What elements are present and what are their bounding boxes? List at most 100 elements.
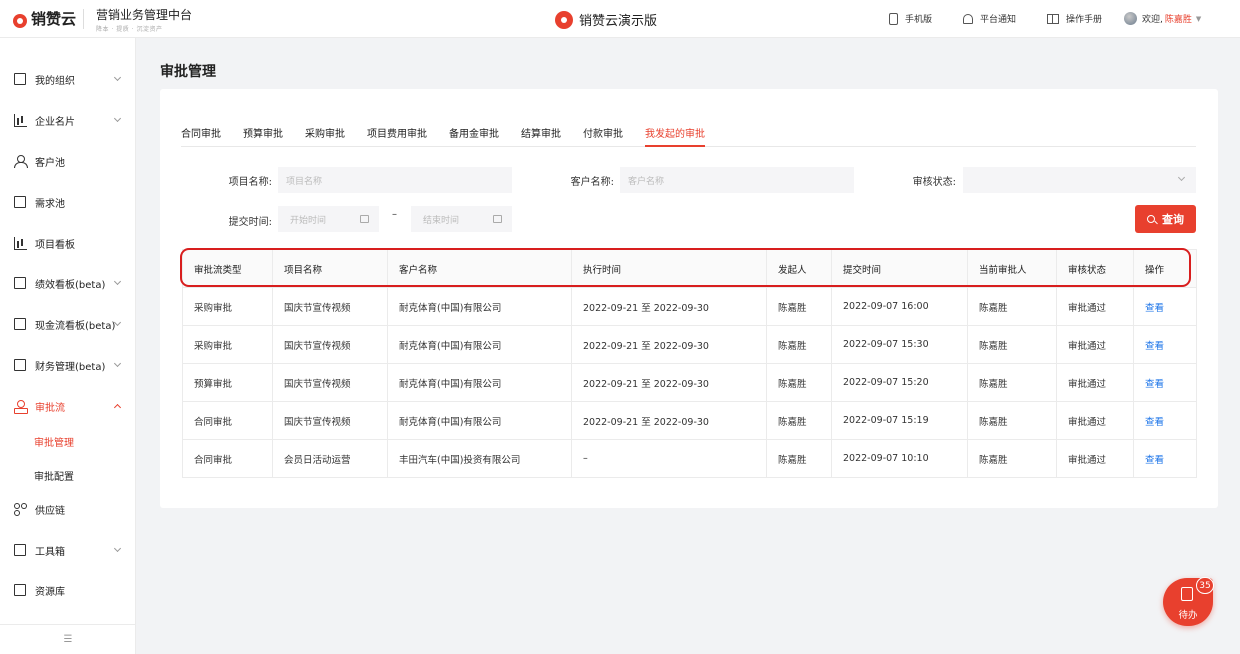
list-icon bbox=[14, 196, 26, 208]
cell-approver: 陈嘉胜 bbox=[967, 363, 1057, 402]
bell-icon bbox=[963, 13, 973, 24]
tab-my-initiated[interactable]: 我发起的审批 bbox=[645, 125, 705, 147]
view-link[interactable]: 查看 bbox=[1133, 287, 1197, 326]
tab-budget[interactable]: 预算审批 bbox=[243, 125, 283, 147]
cell-customer: 丰田汽车(中国)投资有限公司 bbox=[387, 439, 572, 478]
cell-submit-time: 2022-09-07 15:30 bbox=[831, 325, 968, 364]
sidebar-item-projects[interactable]: 项目看板 bbox=[0, 228, 136, 258]
table-row: 预算审批 国庆节宣传视频 耐克体育(中国)有限公司 2022-09-21 至 2… bbox=[182, 363, 1197, 402]
manual-label: 操作手册 bbox=[1066, 15, 1103, 25]
sidebar-item-customers[interactable]: 客户池 bbox=[0, 146, 136, 176]
customer-name-input[interactable]: 客户名称 bbox=[620, 167, 854, 193]
cell-approver: 陈嘉胜 bbox=[967, 439, 1057, 478]
view-link[interactable]: 查看 bbox=[1133, 363, 1197, 402]
demo-title: 销赞云演示版 bbox=[555, 10, 657, 29]
book-icon bbox=[1047, 13, 1059, 24]
tab-contract[interactable]: 合同审批 bbox=[181, 125, 221, 147]
tab-purchase[interactable]: 采购审批 bbox=[305, 125, 345, 147]
tab-project-expense[interactable]: 项目费用审批 bbox=[367, 125, 427, 147]
query-label: 查询 bbox=[1162, 213, 1184, 226]
cell-status: 审批通过 bbox=[1056, 287, 1134, 326]
project-name-label: 项目名称: bbox=[228, 177, 272, 188]
query-button[interactable]: 查询 bbox=[1135, 205, 1196, 233]
sidebar-item-demands[interactable]: 需求池 bbox=[0, 187, 136, 217]
sidebar: 我的组织 企业名片 客户池 需求池 项目看板 绩效看板(beta) 现金流看板(… bbox=[0, 38, 136, 654]
project-name-input[interactable]: 项目名称 bbox=[278, 167, 512, 193]
building-icon bbox=[14, 114, 27, 127]
sidebar-item-performance[interactable]: 绩效看板(beta) bbox=[0, 268, 136, 298]
page-title: 审批管理 bbox=[160, 64, 216, 80]
menu-collapse-icon: ☰ bbox=[63, 634, 73, 645]
cell-submit-time: 2022-09-07 15:20 bbox=[831, 363, 968, 402]
sidebar-item-card[interactable]: 企业名片 bbox=[0, 105, 136, 135]
platform-title: 营销业务管理中台 bbox=[96, 8, 193, 22]
view-link[interactable]: 查看 bbox=[1133, 401, 1197, 440]
tab-petty-cash[interactable]: 备用金审批 bbox=[449, 125, 499, 147]
mobile-link[interactable]: 手机版 bbox=[889, 12, 932, 25]
sidebar-item-org[interactable]: 我的组织 bbox=[0, 64, 136, 94]
review-status-select[interactable] bbox=[963, 167, 1196, 193]
start-date-input[interactable]: 开始时间 bbox=[278, 206, 379, 232]
table-header-row: 审批流类型 项目名称 客户名称 执行时间 发起人 提交时间 当前审批人 审核状态… bbox=[182, 249, 1197, 288]
cell-project: 国庆节宣传视频 bbox=[272, 287, 388, 326]
chevron-down-icon bbox=[113, 359, 122, 368]
submit-time-label: 提交时间: bbox=[228, 217, 272, 228]
board-icon bbox=[14, 237, 27, 250]
approval-table: 审批流类型 项目名称 客户名称 执行时间 发起人 提交时间 当前审批人 审核状态… bbox=[182, 249, 1197, 478]
sidebar-item-resources[interactable]: 资源库 bbox=[0, 575, 136, 605]
org-icon bbox=[14, 73, 26, 85]
view-link[interactable]: 查看 bbox=[1133, 325, 1197, 364]
sidebar-item-label: 客户池 bbox=[35, 157, 65, 169]
notifications-label: 平台通知 bbox=[980, 15, 1017, 25]
user-icon bbox=[14, 155, 28, 168]
sidebar-item-label: 绩效看板(beta) bbox=[35, 279, 106, 291]
sidebar-item-supply[interactable]: 供应链 bbox=[0, 494, 136, 524]
top-header: 销赞云 营销业务管理中台 降本 · 提质 · 沉淀资产 销赞云演示版 手机版 平… bbox=[0, 0, 1240, 38]
logo-icon bbox=[12, 10, 28, 28]
todo-float-button[interactable]: 待办 35 bbox=[1163, 577, 1214, 626]
cell-type: 合同审批 bbox=[182, 439, 273, 478]
platform-subtitle: 降本 · 提质 · 沉淀资产 bbox=[96, 26, 163, 33]
column-header: 审核状态 bbox=[1056, 249, 1134, 288]
cell-exec-time: 2022-09-21 至 2022-09-30 bbox=[571, 363, 767, 402]
cell-project: 国庆节宣传视频 bbox=[272, 325, 388, 364]
mobile-label: 手机版 bbox=[905, 15, 933, 25]
cell-approver: 陈嘉胜 bbox=[967, 325, 1057, 364]
customer-name-label: 客户名称: bbox=[570, 177, 614, 188]
sidebar-item-label: 供应链 bbox=[35, 505, 65, 517]
platform-title-block: 营销业务管理中台 降本 · 提质 · 沉淀资产 bbox=[96, 6, 192, 33]
search-icon bbox=[1147, 215, 1155, 223]
chevron-down-icon: ▼ bbox=[1195, 14, 1202, 23]
cell-initiator: 陈嘉胜 bbox=[766, 439, 832, 478]
tab-payment[interactable]: 付款审批 bbox=[583, 125, 623, 147]
sidebar-sub-approval-config[interactable]: 审批配置 bbox=[34, 468, 74, 483]
cell-type: 合同审批 bbox=[182, 401, 273, 440]
view-link[interactable]: 查看 bbox=[1133, 439, 1197, 478]
user-menu[interactable]: 欢迎, 陈嘉胜 ▼ bbox=[1124, 12, 1201, 25]
cell-project: 会员日活动运营 bbox=[272, 439, 388, 478]
sidebar-item-cashflow[interactable]: 现金流看板(beta) bbox=[0, 309, 136, 339]
tab-settlement[interactable]: 结算审批 bbox=[521, 125, 561, 147]
approval-card: 合同审批 预算审批 采购审批 项目费用审批 备用金审批 结算审批 付款审批 我发… bbox=[160, 89, 1218, 508]
sidebar-collapse-button[interactable]: ☰ bbox=[0, 624, 136, 654]
cash-icon bbox=[14, 318, 26, 330]
sidebar-item-toolbox[interactable]: 工具箱 bbox=[0, 535, 136, 565]
sidebar-item-approval[interactable]: 审批流 bbox=[0, 391, 136, 421]
table-row: 采购审批 国庆节宣传视频 耐克体育(中国)有限公司 2022-09-21 至 2… bbox=[182, 287, 1197, 326]
sidebar-item-label: 我的组织 bbox=[35, 75, 75, 87]
sidebar-item-label: 项目看板 bbox=[35, 239, 75, 251]
notifications-link[interactable]: 平台通知 bbox=[963, 12, 1016, 25]
sidebar-item-label: 资源库 bbox=[35, 586, 65, 598]
sidebar-item-finance[interactable]: 财务管理(beta) bbox=[0, 350, 136, 380]
sidebar-sub-approval-management[interactable]: 审批管理 bbox=[34, 434, 74, 449]
manual-link[interactable]: 操作手册 bbox=[1047, 12, 1102, 25]
end-date-placeholder: 结束时间 bbox=[423, 215, 460, 226]
column-header: 客户名称 bbox=[387, 249, 572, 288]
sidebar-item-label: 现金流看板(beta) bbox=[35, 320, 116, 332]
welcome-text: 欢迎, bbox=[1142, 15, 1163, 25]
end-date-input[interactable]: 结束时间 bbox=[411, 206, 512, 232]
sidebar-item-label: 财务管理(beta) bbox=[35, 361, 106, 373]
logo[interactable]: 销赞云 bbox=[12, 8, 76, 29]
cell-approver: 陈嘉胜 bbox=[967, 287, 1057, 326]
column-header: 提交时间 bbox=[831, 249, 968, 288]
